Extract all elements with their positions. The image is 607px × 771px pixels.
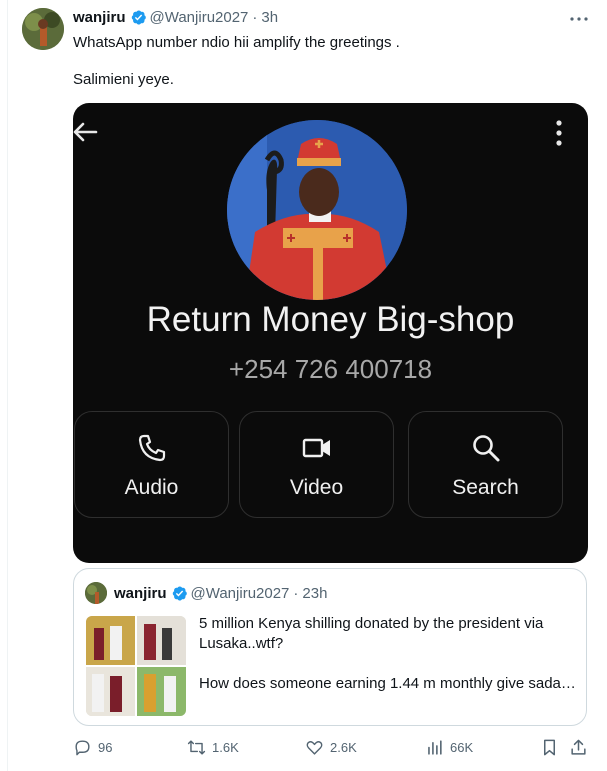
contact-name: Return Money Big-shop — [146, 300, 515, 339]
separator: · — [293, 585, 299, 602]
quoted-author-name: wanjiru — [114, 585, 167, 602]
quoted-author-handle: @Wanjiru2027 — [190, 585, 290, 602]
reply-count: 96 — [98, 740, 113, 755]
separator: · — [252, 9, 258, 26]
retweet-button[interactable]: 1.6K — [187, 738, 239, 757]
search-label: Search — [452, 476, 519, 499]
quoted-author-avatar — [85, 582, 107, 604]
like-count: 2.6K — [330, 740, 357, 755]
phone-icon — [138, 434, 165, 462]
contact-profile-photo — [227, 120, 407, 300]
quoted-tweet-text: 5 million Kenya shilling donated by the … — [199, 614, 579, 694]
tweet-header: wanjiru @Wanjiru2027 · 3h — [73, 9, 278, 26]
tweet-line-2: Salimieni yeye. — [73, 71, 174, 88]
quoted-line-1: 5 million Kenya shilling donated by the … — [199, 615, 544, 652]
video-label: Video — [289, 476, 344, 499]
author-name[interactable]: wanjiru — [73, 9, 126, 26]
search-icon — [472, 435, 499, 462]
video-icon — [302, 438, 330, 458]
retweet-count: 1.6K — [212, 740, 239, 755]
tweet-actions-bar: 96 1.6K 2.6K 66K — [73, 738, 593, 760]
quoted-tweet-time: 23h — [302, 585, 328, 602]
tweet-media-screenshot[interactable]: Return Money Big-shop +254 726 400718 Au… — [73, 103, 588, 563]
quoted-line-2: How does someone earning 1.44 m monthly … — [199, 675, 579, 692]
audio-call-button: Audio — [74, 411, 229, 518]
view-count: 66K — [450, 740, 474, 755]
quoted-tweet[interactable]: wanjiru @Wanjiru2027 · 23h 5 million Ken… — [73, 568, 587, 726]
share-icon — [571, 739, 586, 755]
quoted-tweet-image — [86, 616, 186, 716]
author-avatar[interactable] — [22, 8, 64, 50]
kebab-menu-icon — [556, 120, 562, 146]
share-button[interactable] — [569, 738, 594, 757]
contact-phone-number: +254 726 400718 — [228, 354, 433, 384]
quoted-tweet-header: wanjiru @Wanjiru2027 · 23h — [114, 585, 327, 602]
verified-badge-icon — [131, 10, 146, 25]
views-icon — [428, 740, 442, 755]
search-button: Search — [408, 411, 563, 518]
like-button[interactable]: 2.6K — [305, 738, 357, 757]
retweet-icon — [187, 740, 206, 755]
video-call-button: Video — [239, 411, 394, 518]
tweet-line-1: WhatsApp number ndio hii amplify the gre… — [73, 34, 400, 51]
reply-button[interactable]: 96 — [73, 738, 112, 757]
heart-icon — [306, 741, 323, 755]
back-arrow-icon — [73, 122, 98, 142]
reply-icon — [75, 740, 90, 756]
timeline-divider — [7, 0, 8, 771]
views-button[interactable]: 66K — [425, 738, 473, 757]
more-options-icon[interactable] — [568, 10, 590, 28]
author-handle[interactable]: @Wanjiru2027 — [150, 9, 249, 26]
verified-badge-icon — [172, 586, 187, 601]
tweet-text: WhatsApp number ndio hii amplify the gre… — [73, 33, 583, 90]
audio-label: Audio — [124, 476, 179, 499]
bookmark-icon — [543, 739, 556, 756]
tweet-time[interactable]: 3h — [261, 9, 278, 26]
bookmark-button[interactable] — [540, 738, 565, 757]
